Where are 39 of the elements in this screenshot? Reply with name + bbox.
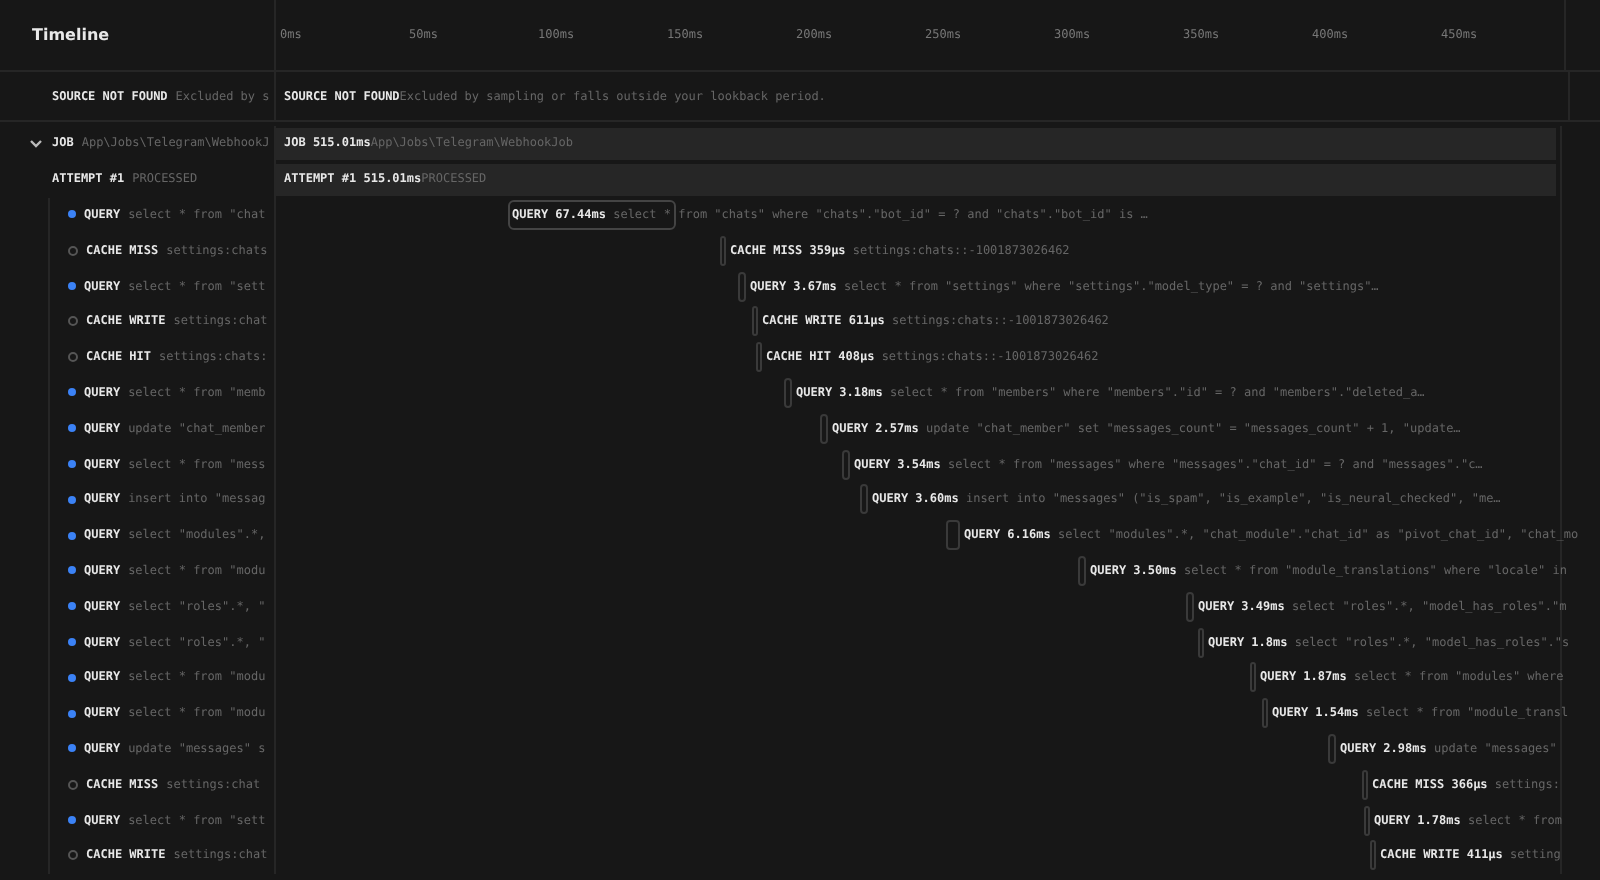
span-duration-bar — [784, 377, 792, 408]
query-dot-icon — [68, 531, 76, 540]
span-duration-bar — [1186, 591, 1194, 622]
span-duration-bar — [1262, 698, 1268, 729]
span-duration-bar — [946, 520, 960, 551]
query-dot-icon — [68, 210, 76, 219]
query-dot-icon — [68, 388, 76, 397]
span-duration-bar — [720, 235, 726, 266]
cache-circle-icon — [68, 316, 78, 327]
span-duration-bar — [752, 306, 758, 337]
query-dot-icon — [68, 602, 76, 611]
span-duration-bar — [1250, 662, 1256, 693]
cache-circle-icon — [68, 850, 78, 861]
span-duration-bar — [738, 271, 746, 302]
query-dot-icon — [68, 282, 76, 291]
span-duration-bar — [1078, 555, 1086, 586]
span-duration-bar — [1370, 840, 1376, 871]
query-dot-icon — [68, 566, 76, 575]
cache-circle-icon — [68, 245, 78, 256]
span-duration-bar — [1362, 769, 1368, 800]
query-dot-icon — [68, 709, 76, 718]
query-dot-icon — [68, 638, 76, 647]
query-dot-icon — [68, 744, 76, 753]
span-duration-bar — [1328, 733, 1336, 764]
query-dot-icon — [68, 816, 76, 825]
query-dot-icon — [68, 673, 76, 682]
query-dot-icon — [68, 495, 76, 504]
span-duration-bar — [1364, 805, 1370, 836]
span-duration-bar — [756, 342, 762, 373]
timeline-title: Timeline — [30, 26, 110, 44]
query-dot-icon — [68, 460, 76, 469]
chevron-down-icon[interactable] — [28, 135, 44, 152]
span-duration-bar — [1198, 627, 1204, 658]
span-duration-bar — [820, 413, 828, 444]
cache-circle-icon — [68, 352, 78, 363]
query-dot-icon — [68, 424, 76, 433]
span-duration-bar — [860, 484, 868, 515]
cache-circle-icon — [68, 779, 78, 790]
span-duration-bar — [842, 449, 850, 480]
